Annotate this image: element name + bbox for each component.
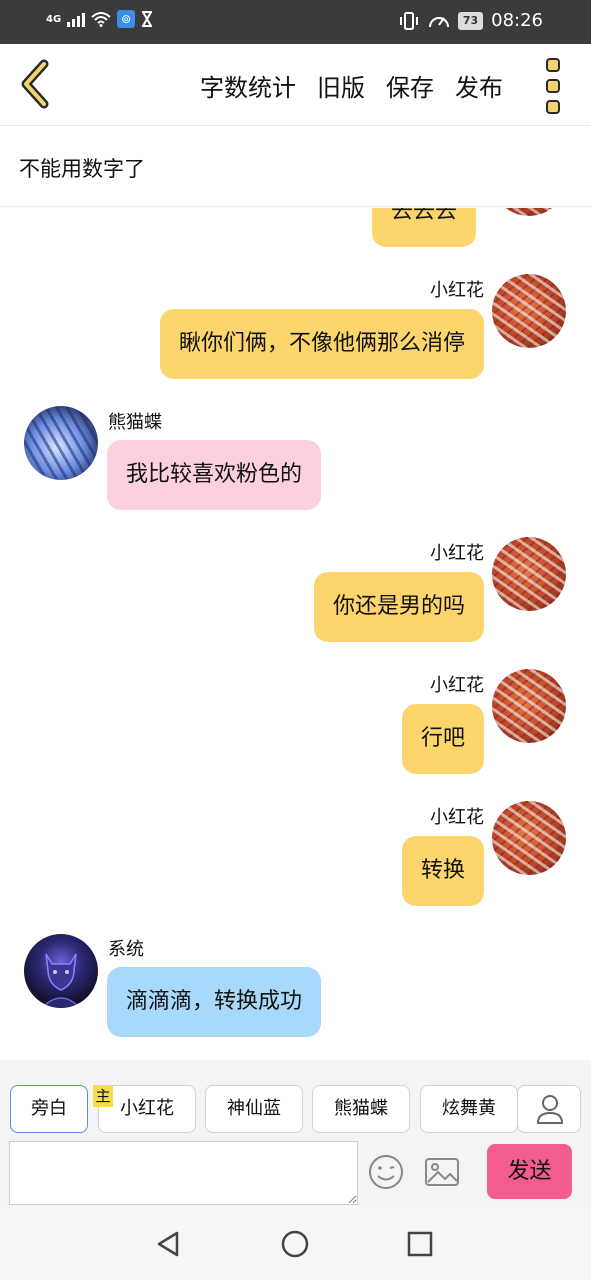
vibrate-icon xyxy=(399,11,418,30)
sender-name: 熊猫蝶 xyxy=(108,412,162,433)
avatar[interactable] xyxy=(492,669,566,743)
message-bubble[interactable]: 我比较喜欢粉色的 xyxy=(107,440,322,510)
smiley-icon xyxy=(369,1155,403,1189)
status-right: 73 08:26 xyxy=(398,10,543,31)
avatar[interactable] xyxy=(492,274,566,348)
compose-bar: 发送 xyxy=(0,1140,591,1206)
nav-recent-button[interactable] xyxy=(404,1228,436,1260)
message-bubble[interactable]: 转换 xyxy=(401,836,484,906)
header-actions: 字数统计 旧版 保存 发布 xyxy=(200,44,503,126)
hourglass-icon xyxy=(142,11,153,27)
hotspot-icon: ⊚ xyxy=(117,10,136,28)
image-icon xyxy=(425,1158,459,1186)
system-avatar-figure xyxy=(41,953,81,1008)
emoji-button[interactable] xyxy=(367,1153,405,1191)
system-nav-bar xyxy=(0,1206,591,1280)
save-button[interactable]: 保存 xyxy=(386,68,434,103)
status-left: 4G ⊚ xyxy=(46,10,153,28)
sender-name: 系统 xyxy=(108,939,144,960)
story-title-bar[interactable]: 不能用数字了 xyxy=(0,127,591,207)
more-dot xyxy=(546,79,560,93)
message-input[interactable] xyxy=(9,1141,358,1205)
avatar[interactable] xyxy=(24,934,98,1008)
message-bubble[interactable]: 你还是男的吗 xyxy=(313,572,484,642)
clock: 08:26 xyxy=(491,10,543,31)
story-title: 不能用数字了 xyxy=(19,157,145,181)
triangle-back-icon xyxy=(157,1231,179,1257)
wifi-icon xyxy=(91,12,111,27)
role-narrator[interactable]: 旁白 xyxy=(10,1085,88,1133)
sender-name: 小红花 xyxy=(430,280,484,301)
square-recent-icon xyxy=(407,1231,433,1257)
circle-home-icon xyxy=(281,1230,309,1258)
publish-button[interactable]: 发布 xyxy=(455,68,503,103)
nav-home-button[interactable] xyxy=(279,1228,311,1260)
message-bubble[interactable]: 滴滴滴，转换成功 xyxy=(107,967,322,1037)
avatar[interactable] xyxy=(24,406,98,480)
user-icon xyxy=(536,1095,564,1124)
avatar[interactable] xyxy=(492,801,566,875)
old-version-button[interactable]: 旧版 xyxy=(317,68,365,103)
more-vertical-icon xyxy=(546,58,560,72)
back-button[interactable] xyxy=(16,58,56,110)
status-bar: 4G ⊚ 73 08:26 xyxy=(0,0,591,44)
host-badge: 主 xyxy=(93,1085,113,1107)
network-type: 4G xyxy=(46,13,62,25)
sender-name: 小红花 xyxy=(430,807,484,828)
word-count-button[interactable]: 字数统计 xyxy=(200,68,296,103)
signal-icon xyxy=(67,11,86,27)
message-bubble[interactable]: 行吧 xyxy=(401,704,484,774)
role-xiongmaodie[interactable]: 熊猫蝶 xyxy=(312,1085,410,1133)
add-role-button[interactable] xyxy=(517,1085,581,1133)
more-button[interactable] xyxy=(540,58,566,114)
image-button[interactable] xyxy=(423,1153,461,1191)
app-header: 字数统计 旧版 保存 发布 xyxy=(0,44,591,126)
role-xuanwuhuang[interactable]: 炫舞黄 xyxy=(420,1085,518,1133)
message-bubble[interactable]: 去去去 xyxy=(372,208,477,247)
send-button[interactable]: 发送 xyxy=(487,1144,572,1199)
sender-name: 小红花 xyxy=(430,675,484,696)
chevron-left-icon xyxy=(21,59,49,109)
nav-back-button[interactable] xyxy=(153,1228,185,1260)
chat-area[interactable]: 去去去 小红花 瞅你们俩，不像他俩那么消停 熊猫蝶 我比较喜欢粉色的 小红花 你… xyxy=(0,208,591,1060)
avatar[interactable] xyxy=(492,208,566,216)
more-dot xyxy=(546,100,560,114)
role-selector: 旁白 小红花 主 神仙蓝 熊猫蝶 炫舞黄 xyxy=(0,1060,591,1140)
role-shenxianlan[interactable]: 神仙蓝 xyxy=(205,1085,303,1133)
message-bubble[interactable]: 瞅你们俩，不像他俩那么消停 xyxy=(159,309,484,379)
sender-name: 小红花 xyxy=(430,543,484,564)
speed-icon xyxy=(428,16,449,27)
avatar[interactable] xyxy=(492,537,566,611)
battery-level: 73 xyxy=(457,11,484,30)
